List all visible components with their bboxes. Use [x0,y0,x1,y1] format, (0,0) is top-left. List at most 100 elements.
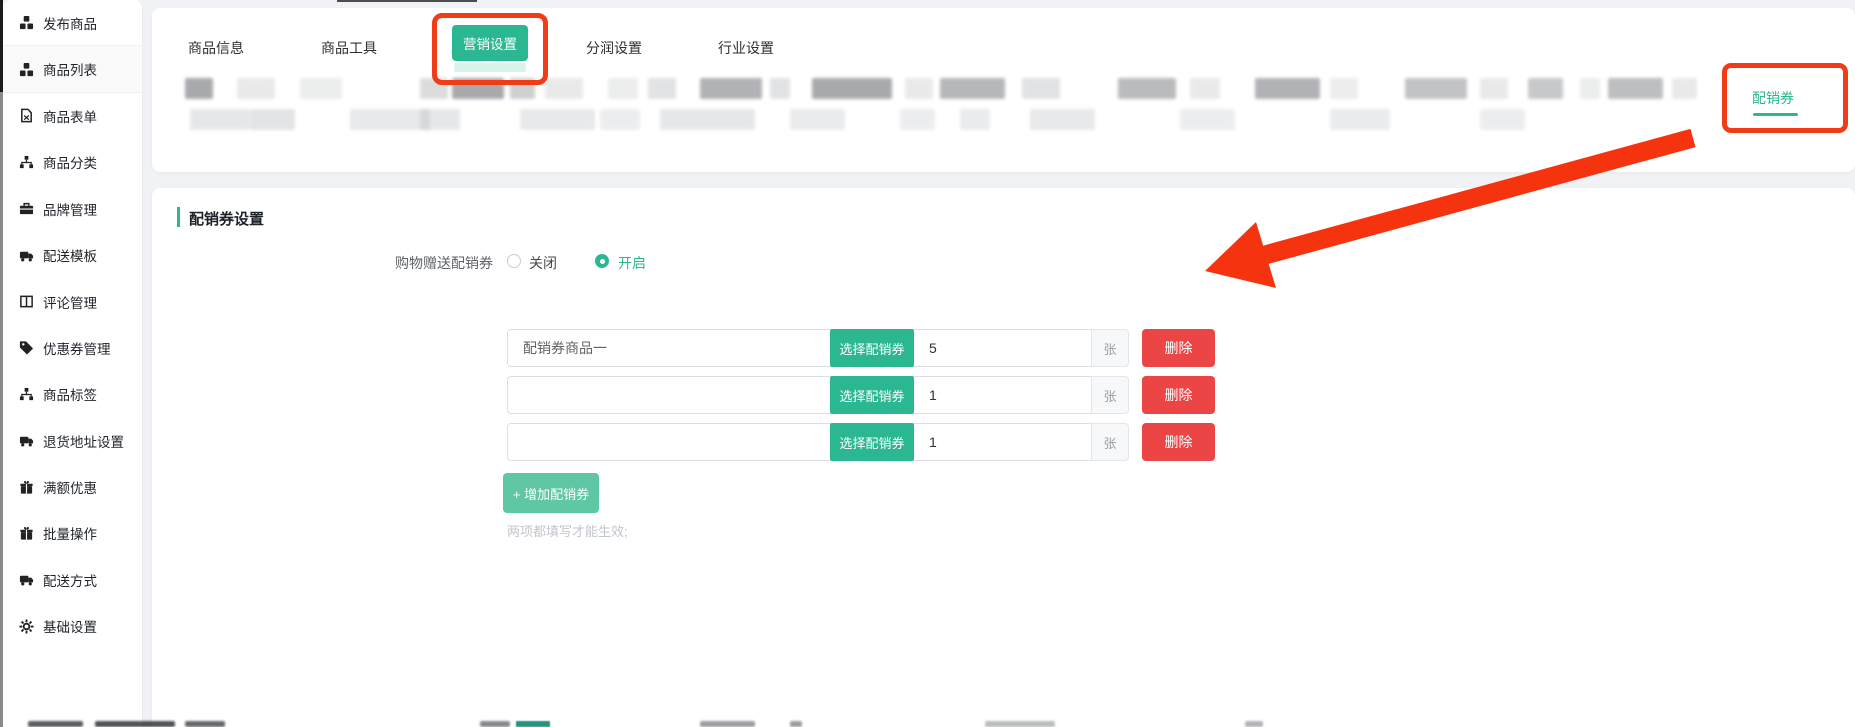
sidebar-item-label: 批量操作 [43,523,97,543]
cubes-icon [19,62,34,77]
select-coupon-button[interactable]: 选择配销券 [830,376,914,414]
bottom-cutoff-content [0,721,1855,727]
sidebar-item-return-address-settings[interactable]: 退货地址设置 [3,418,142,464]
radio-on[interactable] [595,254,609,268]
subtab-active-underline [1753,113,1798,116]
sidebar-item-label: 满额优惠 [43,477,97,497]
truck-icon [19,433,34,448]
redacted-block [452,78,504,99]
tab-product-tools[interactable]: 商品工具 [321,38,377,58]
sidebar-item-label: 基础设置 [43,616,97,636]
sidebar-item-brand-management[interactable]: 品牌管理 [3,186,142,232]
gear-icon [19,619,34,634]
sidebar-item-product-form[interactable]: 商品表单 [3,93,142,139]
redacted-block [1245,721,1263,727]
gift-icon [19,526,34,541]
unit-suffix: 张 [1091,376,1129,414]
tag-icon [19,340,34,355]
redacted-block [1330,109,1390,130]
redacted-block [608,78,638,99]
redacted-block [28,721,83,727]
coupon-qty-input[interactable] [914,376,1091,414]
coupon-product-input[interactable] [507,423,830,461]
unit-suffix: 张 [1091,423,1129,461]
coupon-qty-input[interactable] [914,329,1091,367]
gift-icon [19,480,34,495]
redacted-block [700,78,762,99]
truck-icon [19,248,34,263]
redacted-block [185,721,225,727]
truck-icon [19,572,34,587]
sidebar-item-label: 品牌管理 [43,199,97,219]
redacted-block [95,721,175,727]
coupon-row: 选择配销券 张 删除 [507,423,1215,461]
redacted-block [420,78,448,99]
tab-industry-settings[interactable]: 行业设置 [718,38,774,58]
subtab-distribution-coupon[interactable]: 配销券 [1752,88,1794,108]
sidebar-item-publish-product[interactable]: 发布商品 [3,0,142,46]
coupon-qty-input[interactable] [914,423,1091,461]
redacted-block [510,78,535,99]
coupon-product-input[interactable] [507,329,830,367]
sitemap-icon [19,155,34,170]
sidebar-item-shipping-method[interactable]: 配送方式 [3,557,142,603]
redacted-block [770,78,790,99]
sidebar-item-label: 商品标签 [43,384,97,404]
add-coupon-button[interactable]: + 增加配销券 [503,473,599,513]
sidebar-item-batch-operations[interactable]: 批量操作 [3,510,142,556]
sidebar-item-label: 商品分类 [43,152,97,172]
redacted-block [905,78,933,99]
sidebar-item-label: 商品表单 [43,106,97,126]
sidebar-item-product-tags[interactable]: 商品标签 [3,371,142,417]
redacted-block [940,78,1005,99]
redacted-subtab-row [152,78,1855,99]
sidebar-item-label: 配送模板 [43,245,97,265]
delete-button[interactable]: 删除 [1142,329,1215,367]
redacted-block [600,109,640,130]
redacted-block [1022,78,1060,99]
delete-button[interactable]: 删除 [1142,423,1215,461]
redacted-block [237,78,275,99]
redacted-block [648,78,676,99]
sidebar-item-product-category[interactable]: 商品分类 [3,139,142,185]
sidebar-item-full-discount[interactable]: 满额优惠 [3,464,142,510]
sidebar-item-coupon-management[interactable]: 优惠券管理 [3,325,142,371]
select-coupon-button[interactable]: 选择配销券 [830,423,914,461]
redacted-block [700,721,755,727]
redacted-block [1255,78,1320,99]
redacted-block [1672,78,1697,99]
section-accent-bar [177,207,180,227]
sidebar-item-product-list[interactable]: 商品列表 [3,46,142,92]
coupon-row: 选择配销券 张 删除 [507,376,1215,414]
redacted-block [1480,78,1508,99]
redacted-block [190,109,250,130]
coupon-product-input[interactable] [507,376,830,414]
redacted-block [960,109,990,130]
redacted-block [1405,78,1467,99]
redacted-block [185,78,213,99]
sitemap-icon [19,387,34,402]
tab-product-info[interactable]: 商品信息 [188,38,244,58]
radio-on-label[interactable]: 开启 [618,253,646,273]
tab-marketing-settings[interactable]: 营销设置 [452,25,528,61]
sidebar-item-label: 评论管理 [43,292,97,312]
select-coupon-button[interactable]: 选择配销券 [830,329,914,367]
coupon-settings-panel: 配销券设置 购物赠送配销券 关闭 开启 选择配销券 张 删除 选择配销券 张 删… [152,188,1855,727]
radio-off[interactable] [507,254,521,268]
sidebar-item-label: 退货地址设置 [43,431,124,451]
redacted-block [1608,78,1663,99]
sidebar-item-review-management[interactable]: 评论管理 [3,278,142,324]
tab-profit-settings[interactable]: 分润设置 [586,38,642,58]
redacted-block [1480,109,1525,130]
sidebar-item-shipping-template[interactable]: 配送模板 [3,232,142,278]
redacted-block [1528,78,1563,99]
redacted-block [1118,78,1176,99]
tabs-card: 商品信息 商品工具 营销设置 分润设置 行业设置 配销券 [152,8,1855,172]
radio-off-label[interactable]: 关闭 [529,253,557,273]
cubes-icon [19,15,34,30]
helper-text: 两项都填写才能生效; [507,521,628,540]
sidebar: 发布商品 商品列表 商品表单 商品分类 品牌管理 配送模板 评论管理 优惠券管理… [3,0,143,727]
sidebar-item-basic-settings[interactable]: 基础设置 [3,603,142,649]
tab-active-glow [454,63,526,72]
delete-button[interactable]: 删除 [1142,376,1215,414]
